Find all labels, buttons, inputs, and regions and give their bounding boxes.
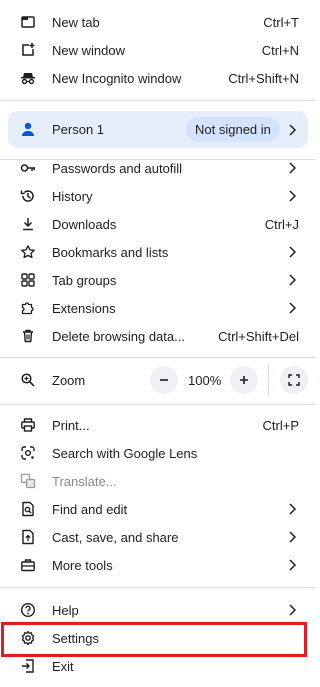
print-icon bbox=[20, 417, 36, 433]
menu-item-tab-groups[interactable]: Tab groups bbox=[0, 266, 316, 294]
find-icon bbox=[20, 501, 36, 517]
key-icon bbox=[20, 160, 36, 176]
exit-icon bbox=[20, 658, 36, 674]
menu-item-delete-browsing-data[interactable]: Delete browsing data... Ctrl+Shift+Del bbox=[0, 322, 316, 350]
menu-item-label: Zoom bbox=[52, 372, 86, 388]
menu-item-label: Print... bbox=[52, 417, 90, 433]
menu-item-shortcut: Ctrl+J bbox=[264, 216, 299, 232]
chevron-right-icon bbox=[288, 162, 297, 174]
menu-item-label: Cast, save, and share bbox=[52, 529, 179, 545]
toolbox-icon bbox=[20, 557, 36, 573]
menu-item-shortcut: Ctrl+T bbox=[263, 14, 299, 30]
menu-item-label: History bbox=[52, 188, 93, 204]
new-tab-icon bbox=[20, 14, 36, 30]
menu-item-label: Extensions bbox=[52, 300, 116, 316]
zoom-icon bbox=[20, 372, 36, 388]
plus-icon bbox=[240, 376, 248, 384]
menu-item-label: Bookmarks and lists bbox=[52, 244, 169, 260]
profile-row[interactable]: Person 1 Not signed in bbox=[8, 111, 308, 148]
menu-item-label: More tools bbox=[52, 557, 113, 573]
zoom-in-button[interactable] bbox=[230, 366, 258, 394]
help-icon bbox=[20, 602, 36, 618]
menu-item-shortcut: Ctrl+N bbox=[261, 42, 299, 58]
menu-item-label: Delete browsing data... bbox=[52, 328, 185, 344]
menu-item-shortcut: Ctrl+P bbox=[262, 417, 299, 433]
menu-divider bbox=[0, 404, 316, 405]
incognito-icon bbox=[20, 70, 36, 86]
menu-item-cast-save-and-share[interactable]: Cast, save, and share bbox=[0, 523, 316, 551]
menu-item-label: New window bbox=[52, 42, 125, 58]
chevron-right-icon bbox=[288, 124, 297, 136]
menu-item-label: Tab groups bbox=[52, 272, 117, 288]
chevron-right-icon bbox=[288, 246, 297, 258]
menu-item-shortcut: Ctrl+Shift+Del bbox=[218, 328, 299, 344]
menu-divider bbox=[0, 357, 316, 358]
menu-item-passwords-and-autofill[interactable]: Passwords and autofill bbox=[0, 154, 316, 182]
fullscreen-button[interactable] bbox=[280, 366, 308, 394]
menu-item-print[interactable]: Print... Ctrl+P bbox=[0, 411, 316, 439]
menu-item-search-with-google-lens[interactable]: Search with Google Lens bbox=[0, 439, 316, 467]
menu-divider bbox=[0, 587, 316, 588]
new-window-icon bbox=[20, 42, 36, 58]
minus-icon bbox=[160, 379, 168, 381]
download-icon bbox=[20, 216, 36, 232]
chevron-right-icon bbox=[288, 302, 297, 314]
menu-item-shortcut: Ctrl+Shift+N bbox=[228, 70, 299, 86]
menu-item-label: Exit bbox=[52, 658, 74, 674]
chevron-right-icon bbox=[288, 190, 297, 202]
zoom-separator bbox=[268, 364, 269, 396]
puzzle-icon bbox=[20, 300, 36, 316]
menu-item-label: Translate... bbox=[52, 473, 117, 489]
chevron-right-icon bbox=[288, 274, 297, 286]
lens-icon bbox=[20, 445, 36, 461]
zoom-level: 100% bbox=[188, 373, 222, 388]
trash-icon bbox=[20, 328, 36, 344]
profile-name: Person 1 bbox=[52, 122, 105, 137]
chevron-right-icon bbox=[288, 559, 297, 571]
menu-item-help[interactable]: Help bbox=[0, 596, 316, 624]
menu-item-new-window[interactable]: New window Ctrl+N bbox=[0, 36, 316, 64]
chevron-right-icon bbox=[288, 531, 297, 543]
menu-item-new-tab[interactable]: New tab Ctrl+T bbox=[0, 8, 316, 36]
menu-item-bookmarks-and-lists[interactable]: Bookmarks and lists bbox=[0, 238, 316, 266]
menu-item-label: Find and edit bbox=[52, 501, 128, 517]
fullscreen-icon bbox=[288, 374, 300, 386]
cast-icon bbox=[20, 529, 36, 545]
menu-item-label: Search with Google Lens bbox=[52, 445, 198, 461]
person-icon bbox=[20, 121, 36, 137]
menu-item-label: Help bbox=[52, 602, 79, 618]
menu-item-extensions[interactable]: Extensions bbox=[0, 294, 316, 322]
menu-item-translate: Translate... bbox=[0, 467, 316, 495]
menu-item-label: New tab bbox=[52, 14, 100, 30]
tab-groups-icon bbox=[20, 272, 36, 288]
star-icon bbox=[20, 244, 36, 260]
history-icon bbox=[20, 188, 36, 204]
menu-item-new-incognito-window[interactable]: New Incognito window Ctrl+Shift+N bbox=[0, 64, 316, 92]
menu-item-more-tools[interactable]: More tools bbox=[0, 551, 316, 579]
menu-divider bbox=[0, 100, 316, 101]
menu-item-label: New Incognito window bbox=[52, 70, 182, 86]
chevron-right-icon bbox=[288, 503, 297, 515]
chrome-main-menu: New tab Ctrl+T New window Ctrl+N New Inc… bbox=[0, 0, 316, 687]
menu-item-downloads[interactable]: Downloads Ctrl+J bbox=[0, 210, 316, 238]
zoom-out-button[interactable] bbox=[150, 366, 178, 394]
menu-item-find-and-edit[interactable]: Find and edit bbox=[0, 495, 316, 523]
menu-item-label: Downloads bbox=[52, 216, 117, 232]
chevron-right-icon bbox=[288, 604, 297, 616]
menu-item-history[interactable]: History bbox=[0, 182, 316, 210]
settings-highlight-box bbox=[1, 622, 307, 657]
sign-in-status-badge: Not signed in bbox=[186, 117, 280, 142]
menu-item-label: Passwords and autofill bbox=[52, 160, 183, 176]
translate-icon bbox=[20, 473, 36, 489]
